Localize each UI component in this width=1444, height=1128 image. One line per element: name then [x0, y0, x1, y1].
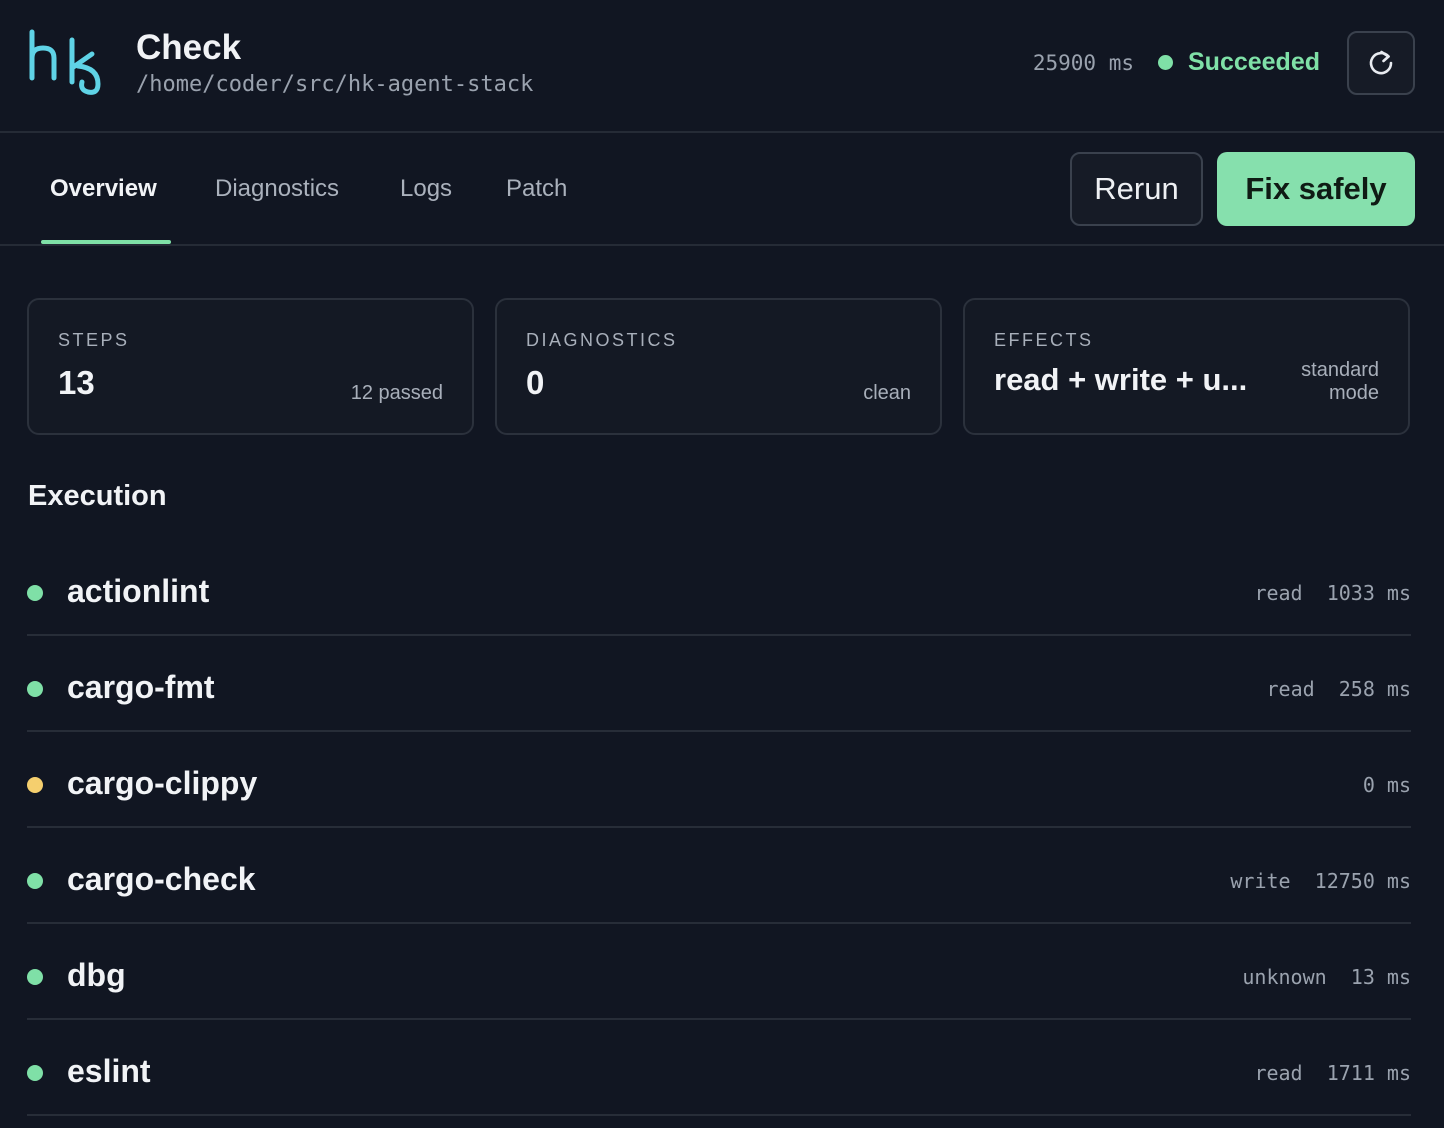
step-name: cargo-clippy	[67, 765, 258, 801]
refresh-icon	[1369, 50, 1393, 75]
card-note: standard mode	[1301, 359, 1379, 405]
card-label: STEPS	[58, 330, 130, 350]
step-meta: read 258 ms	[1266, 677, 1411, 701]
status-dot	[27, 873, 43, 889]
status-dot	[27, 777, 43, 793]
active-tab-indicator	[41, 240, 171, 244]
card-value: read + write + u...	[994, 362, 1248, 397]
card-note: clean	[863, 382, 911, 404]
total-duration: 25900 ms	[1032, 51, 1134, 75]
steps-card: STEPS 13 12 passed	[27, 298, 474, 435]
tab-patch[interactable]: Patch	[506, 175, 567, 203]
step-effect: read	[1254, 581, 1303, 605]
step-meta: read 1711 ms	[1254, 1061, 1411, 1085]
page-title: Check	[136, 28, 242, 67]
status-dot	[27, 681, 43, 697]
step-meta: write 12750 ms	[1230, 869, 1411, 893]
execution-row[interactable]: cargo-fmt read 258 ms	[27, 636, 1411, 732]
status-dot	[27, 1065, 43, 1081]
step-duration: 13 ms	[1350, 965, 1411, 989]
execution-row[interactable]: eslint read 1711 ms	[27, 1020, 1411, 1116]
execution-row[interactable]: actionlint read 1033 ms	[27, 540, 1411, 636]
card-note-line: standard	[1301, 359, 1379, 381]
step-duration: 1033 ms	[1326, 581, 1411, 605]
card-note: 12 passed	[350, 382, 443, 404]
step-name: dbg	[67, 957, 126, 993]
status-badge: Succeeded	[1188, 48, 1321, 76]
repo-path: /home/coder/src/hk-agent-stack	[136, 72, 534, 97]
step-name: actionlint	[67, 573, 210, 609]
fix-safely-button[interactable]: Fix safely	[1217, 152, 1415, 226]
tab-diagnostics[interactable]: Diagnostics	[215, 175, 339, 203]
step-duration: 12750 ms	[1314, 869, 1411, 893]
effects-card: EFFECTS read + write + u... standard mod…	[963, 298, 1410, 435]
step-effect: read	[1254, 1061, 1303, 1085]
step-name: cargo-fmt	[67, 669, 215, 705]
card-note-line: mode	[1328, 382, 1379, 404]
execution-title: Execution	[28, 480, 167, 512]
card-value: 0	[526, 364, 545, 401]
diagnostics-card: DIAGNOSTICS 0 clean	[495, 298, 942, 435]
step-duration: 1711 ms	[1326, 1061, 1411, 1085]
execution-row[interactable]: cargo-check write 12750 ms	[27, 828, 1411, 924]
step-effect: unknown	[1242, 965, 1327, 989]
step-meta: read 1033 ms	[1254, 581, 1411, 605]
step-name: eslint	[67, 1053, 151, 1089]
rerun-button[interactable]: Rerun	[1070, 152, 1203, 226]
card-label: EFFECTS	[994, 330, 1094, 350]
app-header: Check /home/coder/src/hk-agent-stack 259…	[0, 0, 1444, 133]
step-effect: read	[1266, 677, 1315, 701]
status-dot	[27, 969, 43, 985]
tab-bar: Overview Diagnostics Logs Patch Rerun Fi…	[0, 133, 1444, 246]
card-value: 13	[58, 364, 95, 401]
execution-row[interactable]: cargo-clippy 0 ms	[27, 732, 1411, 828]
hk-logo	[29, 29, 101, 95]
step-effect: write	[1230, 869, 1291, 893]
status-dot	[1158, 55, 1173, 70]
step-meta: unknown 13 ms	[1242, 965, 1411, 989]
step-meta: 0 ms	[1363, 773, 1411, 797]
tab-logs[interactable]: Logs	[400, 175, 452, 203]
status-dot	[27, 585, 43, 601]
step-duration: 258 ms	[1338, 677, 1411, 701]
card-label: DIAGNOSTICS	[526, 330, 678, 350]
step-name: cargo-check	[67, 861, 256, 897]
refresh-button[interactable]	[1347, 31, 1415, 95]
tab-overview[interactable]: Overview	[50, 175, 157, 203]
step-duration: 0 ms	[1362, 773, 1411, 797]
execution-row[interactable]: dbg unknown 13 ms	[27, 924, 1411, 1020]
